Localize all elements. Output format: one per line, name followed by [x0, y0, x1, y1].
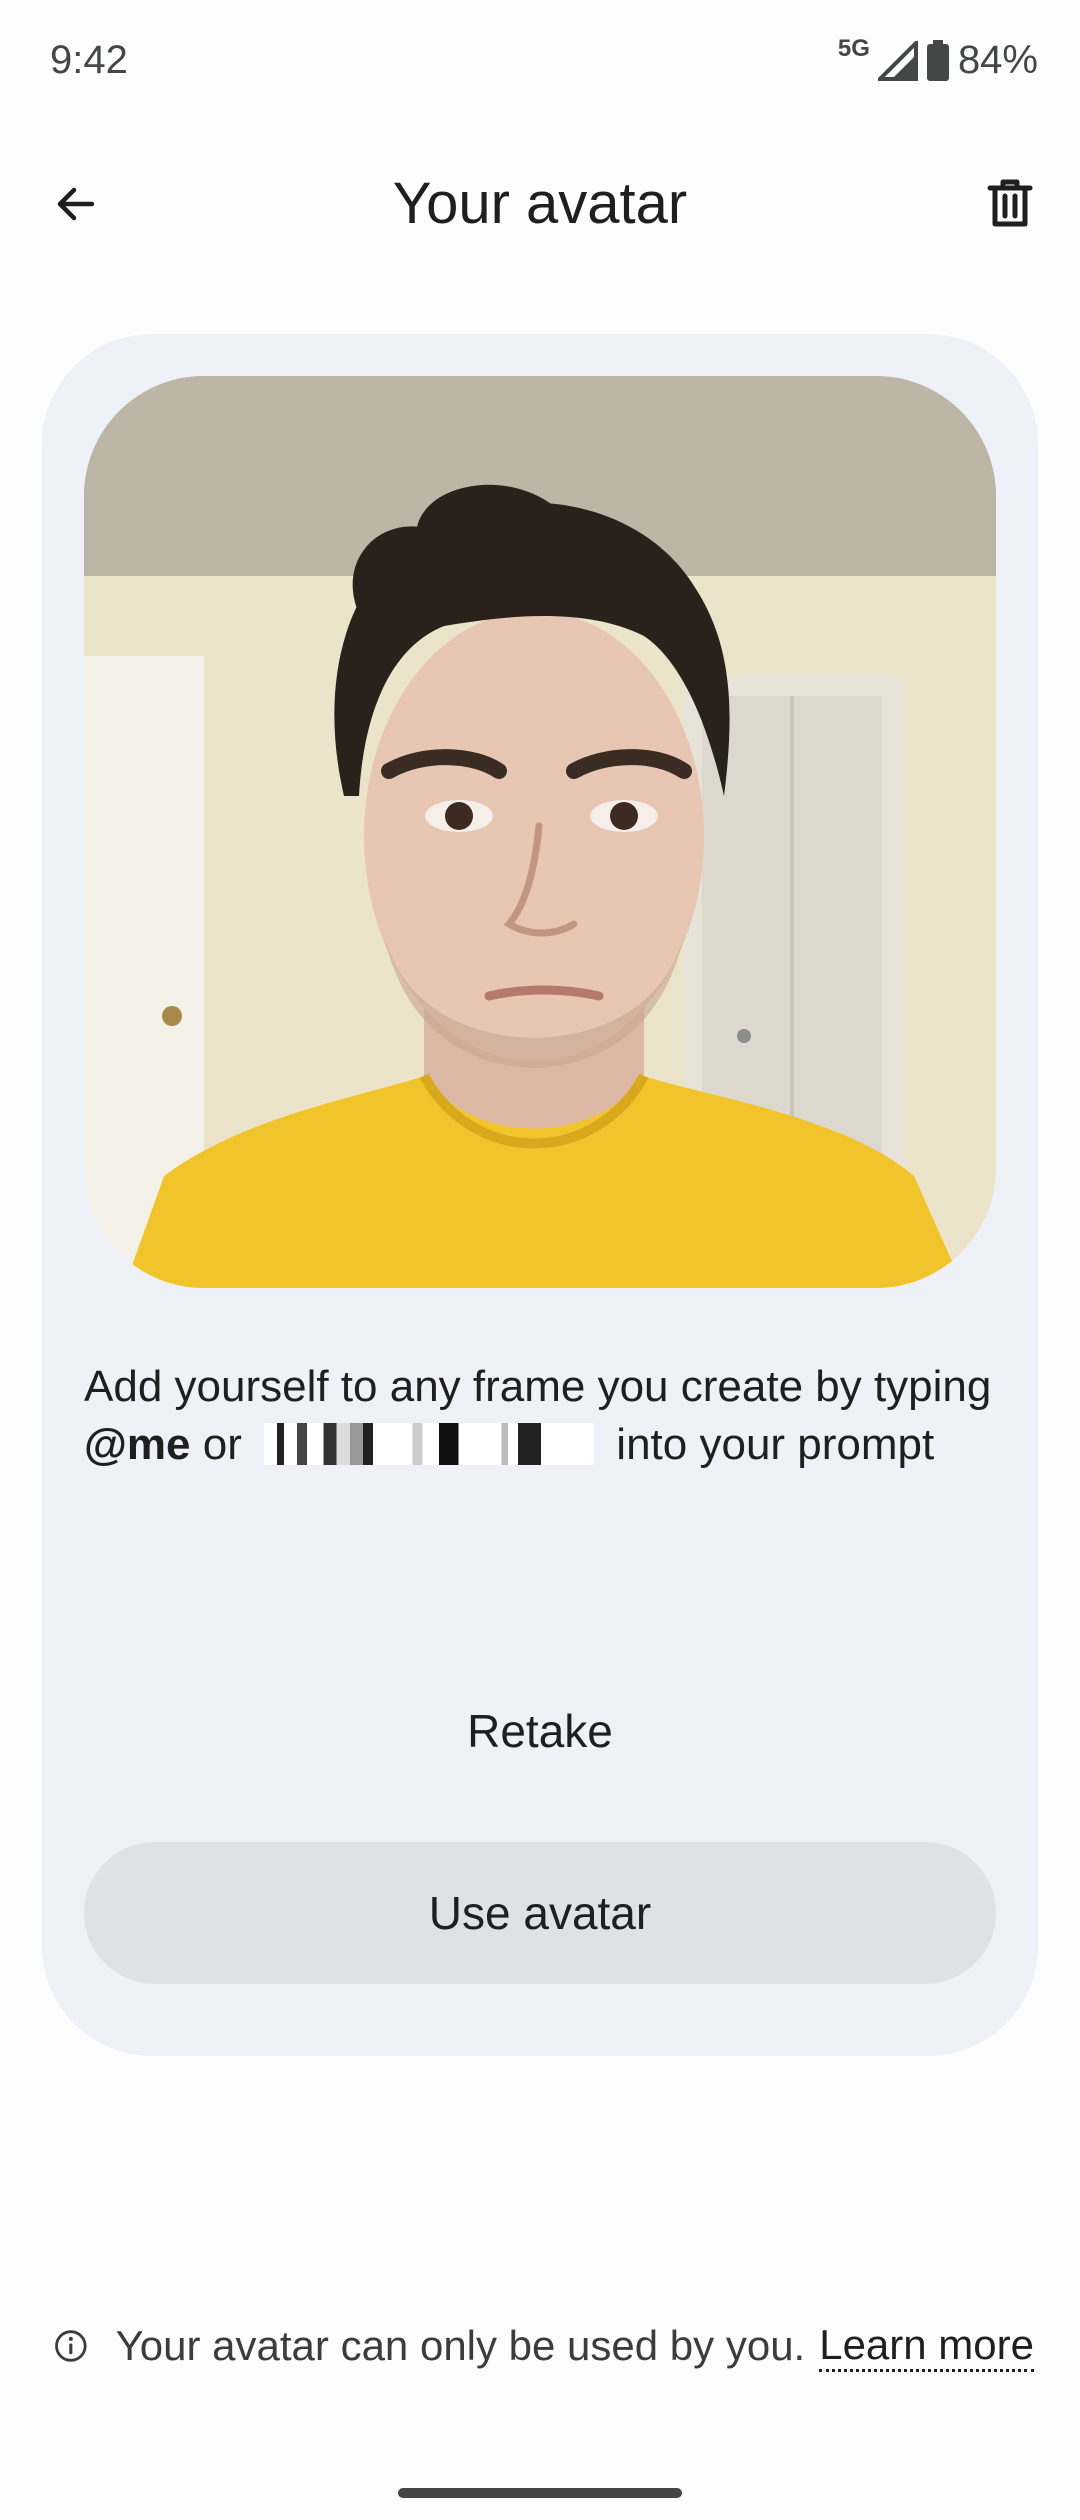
footer-text: Your avatar can only be used by you. [115, 2322, 806, 2369]
network-type: 5G [837, 34, 870, 62]
use-avatar-label: Use avatar [428, 1887, 652, 1939]
battery-percent: 84% [957, 38, 1038, 82]
info-icon [55, 2330, 87, 2362]
footer-info: Your avatar can only be used by you. Lea… [54, 2316, 1034, 2376]
description-text-end: into your prompt [604, 1420, 935, 1469]
status-bar: 9:42 5G 84% [0, 0, 1080, 140]
retake-button[interactable]: Retake [42, 1704, 1038, 1758]
battery-icon [926, 39, 949, 81]
avatar-description: Add yourself to any frame you create by … [84, 1358, 996, 1474]
trash-icon [987, 179, 1033, 227]
redacted-name [264, 1423, 595, 1465]
avatar-card: Add yourself to any frame you create by … [42, 334, 1038, 2056]
description-text-mid: or [190, 1420, 255, 1469]
description-text-start: Add yourself to any frame you create by … [84, 1362, 992, 1411]
page-title: Your avatar [392, 171, 688, 236]
me-handle: @me [84, 1420, 191, 1469]
avatar-photo [84, 376, 996, 1288]
app-bar: Your avatar [0, 140, 1080, 270]
signal-icon [877, 40, 918, 81]
home-indicator[interactable] [398, 2488, 682, 2498]
status-time: 9:42 [50, 38, 128, 82]
use-avatar-button[interactable]: Use avatar [84, 1842, 996, 1984]
avatar-photo-illustration [84, 376, 996, 1288]
delete-button[interactable] [974, 168, 1046, 240]
status-icons: 5G 84% [837, 34, 1038, 83]
learn-more-link[interactable]: Learn more [819, 2321, 1034, 2372]
